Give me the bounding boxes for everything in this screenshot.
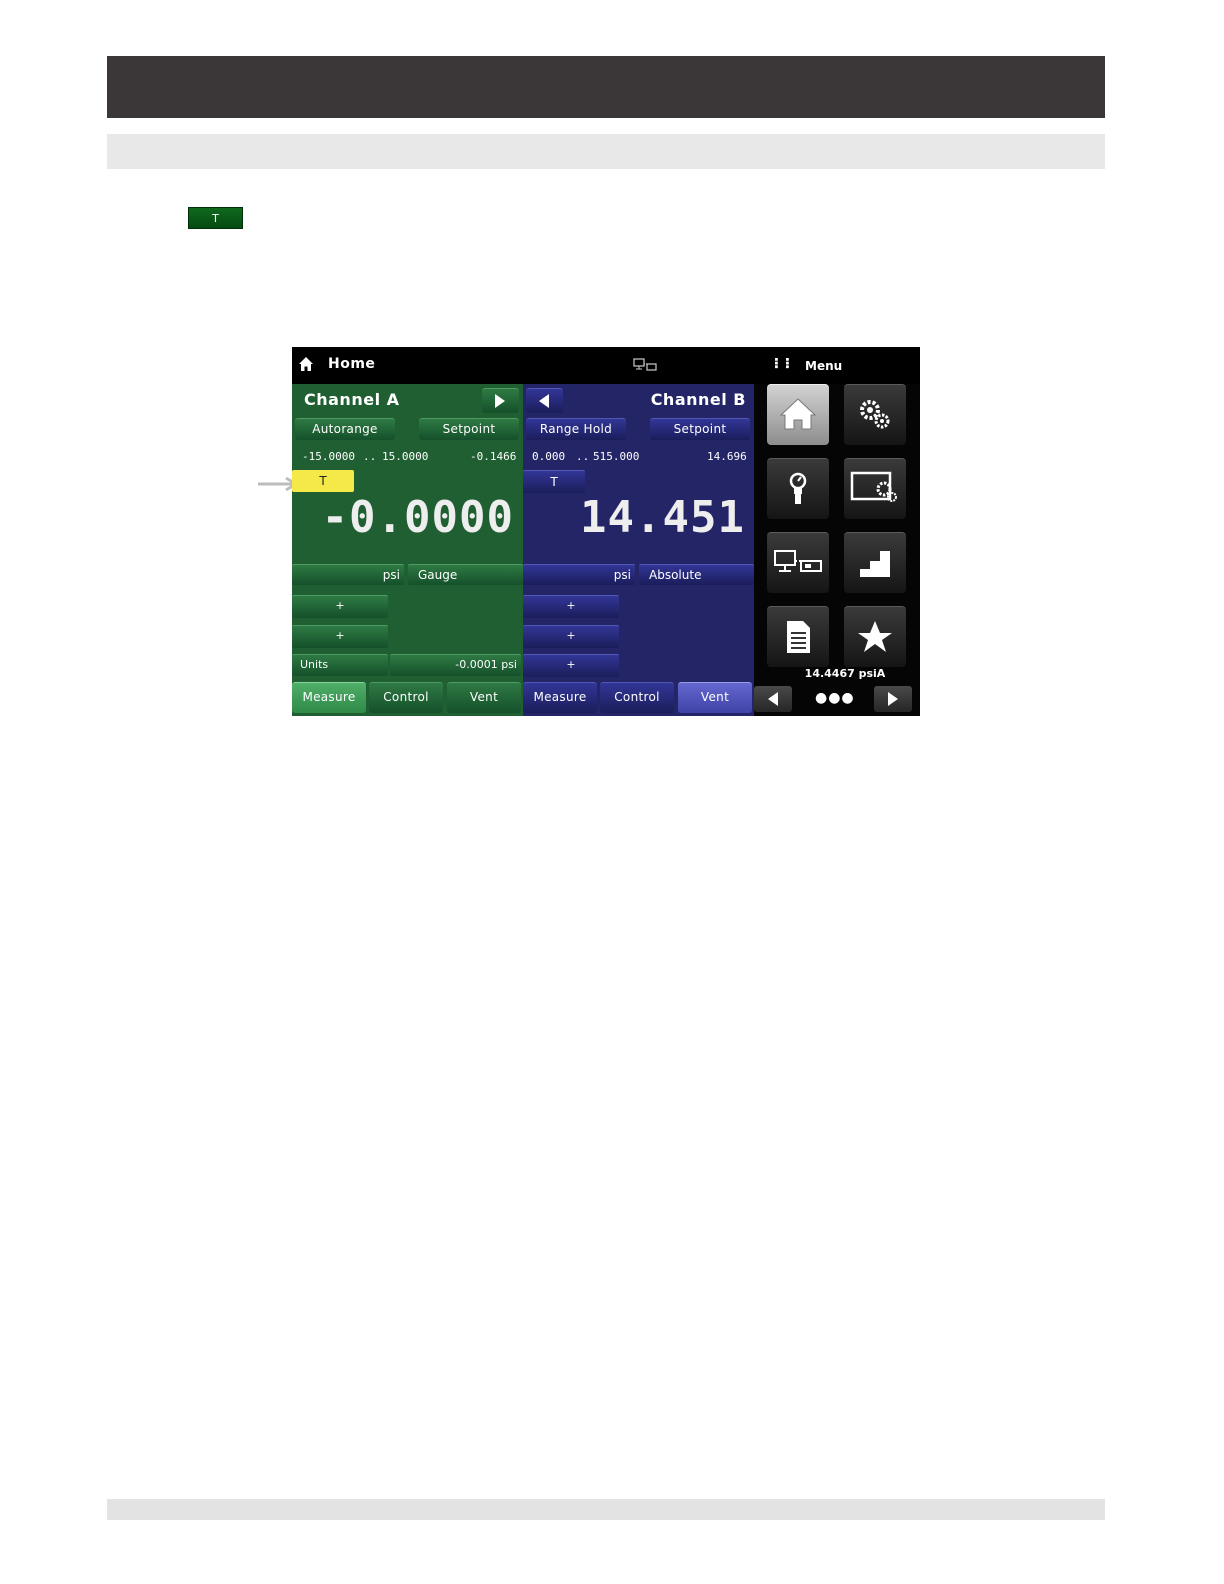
channel-b-plus-button-2[interactable]: + [523,625,619,648]
document-footer-bar [107,1499,1105,1520]
top-bar: Home ⠇⠇ Menu [292,347,920,384]
channel-b-tab-control[interactable]: Control [600,682,674,713]
units-label[interactable]: Units [292,654,388,676]
arrow-right-icon [888,692,898,706]
home-icon [779,398,817,430]
display-settings-tile[interactable] [844,458,906,519]
channel-b-setpoint-button[interactable]: Setpoint [650,418,750,440]
channel-a-title: Channel A [304,390,400,409]
inline-tare-key: T [188,207,243,229]
page-next-button[interactable] [874,686,912,712]
channel-a-tab-control[interactable]: Control [369,682,443,713]
channel-b-title: Channel B [650,390,746,409]
channel-a-tab-measure[interactable]: Measure [292,682,366,713]
sensor-tile[interactable] [767,458,829,519]
settings-tile[interactable] [844,384,906,445]
channel-b-unit-button[interactable]: psi [523,564,635,585]
channel-a-tare-button[interactable]: T [292,470,354,492]
menu-panel: 14.4467 psiA ●●● [754,384,920,716]
menu-label[interactable]: Menu [805,359,842,373]
arrow-right-icon [495,394,505,408]
channel-a-next-button[interactable] [482,388,519,413]
range-hold-button[interactable]: Range Hold [526,418,626,440]
channel-a-setpoint-button[interactable]: Setpoint [419,418,519,440]
page-indicator-dots: ●●● [815,690,855,706]
units-value[interactable]: -0.0001 psi [390,654,521,676]
arrow-left-icon [768,692,778,706]
channel-b-panel: Channel B Range Hold Setpoint 0.000 .. 5… [523,384,754,716]
channel-a-range-low: -15.0000 [302,450,355,463]
document-icon [787,621,810,653]
step-program-tile[interactable] [844,532,906,593]
favorites-tile[interactable] [844,606,906,667]
channel-b-plus-button-3[interactable]: + [523,654,619,677]
home-icon[interactable] [298,356,314,372]
channel-b-reading: 14.451 [580,492,745,543]
page-prev-button[interactable] [754,686,792,712]
channel-a-mode-button[interactable]: Gauge [408,564,523,585]
home-tile[interactable] [767,384,829,445]
channel-b-tab-measure[interactable]: Measure [523,682,597,713]
autorange-button[interactable]: Autorange [295,418,395,440]
channel-a-range-high: 15.0000 [382,450,429,463]
channel-a-reading: -0.0000 [321,492,514,543]
channel-a-panel: Channel A Autorange Setpoint -15.0000 ..… [292,384,523,716]
channel-b-range-high: 515.000 [593,450,640,463]
step-program-icon [860,551,890,577]
channel-b-tab-vent[interactable]: Vent [678,682,752,713]
favorites-star-icon [858,621,892,652]
document-tile[interactable] [767,606,829,667]
channel-b-mode-button[interactable]: Absolute [639,564,754,585]
sensor-icon [789,472,807,504]
channel-b-setpoint-value: 14.696 [707,450,747,463]
channel-b-range-sep: .. [576,450,590,463]
channel-a-tab-vent[interactable]: Vent [447,682,521,713]
document-header-bar [107,56,1105,118]
display-settings-icon [850,471,897,502]
menu-grid-icon[interactable]: ⠇⠇ [773,358,795,372]
arrow-left-icon [539,394,549,408]
channel-b-plus-button-1[interactable]: + [523,595,619,618]
remote-computer-icon [774,550,822,572]
document-subheader-bar [107,134,1105,169]
channel-a-plus-button-1[interactable]: + [292,595,388,618]
remote-connection-icon [633,358,657,371]
barometer-reading: 14.4467 psiA [804,667,886,680]
channel-a-unit-button[interactable]: psi [292,564,404,585]
channel-b-range-low: 0.000 [532,450,566,463]
screen-title: Home [328,356,376,372]
channel-b-prev-button[interactable] [526,388,563,413]
remote-tile[interactable] [767,532,829,593]
device-screen: Home ⠇⠇ Menu Channel A Autorange Setpoin… [292,347,920,716]
channel-a-range-sep: .. [363,450,377,463]
channel-b-tare-button[interactable]: T [523,470,585,493]
settings-gears-icon [860,400,890,429]
channel-a-plus-button-2[interactable]: + [292,625,388,648]
channel-a-setpoint-value: -0.1466 [470,450,517,463]
